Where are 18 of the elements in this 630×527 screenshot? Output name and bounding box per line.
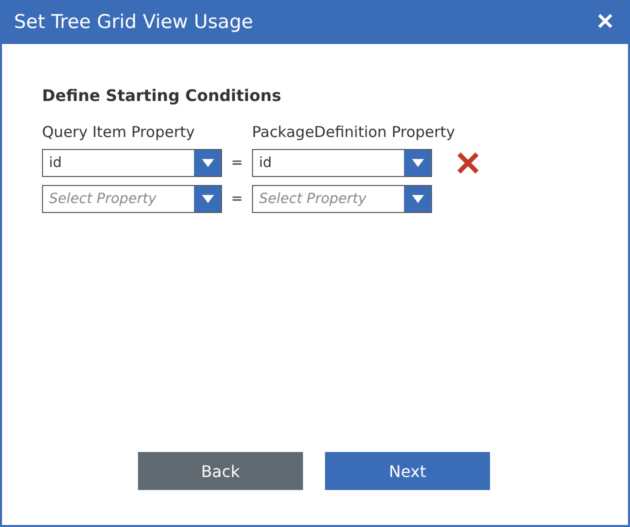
close-button[interactable]: ✕ xyxy=(596,9,614,35)
back-button[interactable]: Back xyxy=(138,452,303,490)
column-label: Query Item Property xyxy=(42,123,196,141)
property-dropdown[interactable]: id xyxy=(42,149,222,177)
caret-down-icon xyxy=(412,159,424,167)
caret-down-icon xyxy=(412,195,424,203)
column-label: PackageDefinition Property xyxy=(252,123,456,141)
property-dropdown[interactable]: Select Property xyxy=(42,185,222,213)
section-heading: Define Starting Conditions xyxy=(42,86,282,105)
caret-down-icon xyxy=(202,195,214,203)
property-dropdown[interactable]: Select Property xyxy=(252,185,432,213)
remove-button[interactable] xyxy=(456,151,480,175)
property-dropdown[interactable]: id xyxy=(252,149,432,177)
next-button[interactable]: Next xyxy=(325,452,490,490)
equals-sign: = xyxy=(230,155,244,171)
caret-down-icon xyxy=(202,159,214,167)
equals-sign: = xyxy=(230,191,244,207)
window-title: Set Tree Grid View Usage xyxy=(14,11,254,33)
